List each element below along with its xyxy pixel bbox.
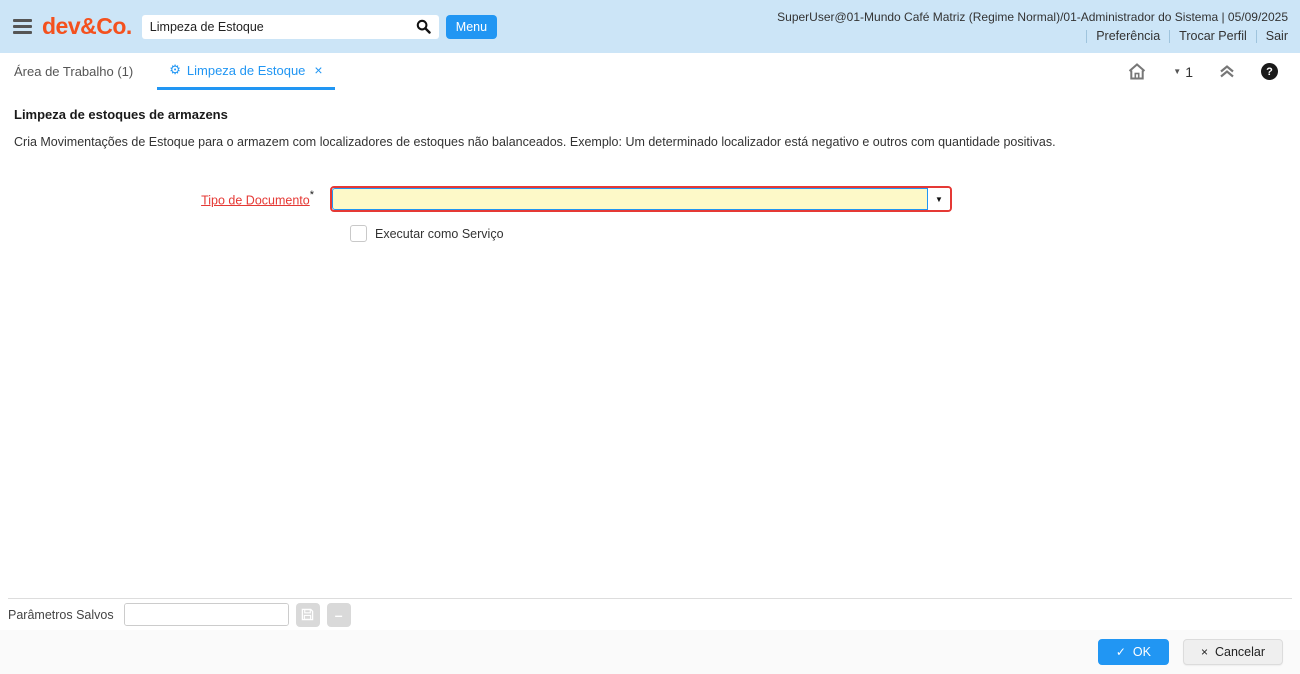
tab-limpeza-de-estoque[interactable]: ⚙ Limpeza de Estoque × bbox=[157, 53, 335, 90]
ok-button[interactable]: ✓ OK bbox=[1097, 639, 1169, 665]
help-icon[interactable]: ? bbox=[1261, 63, 1278, 80]
divider bbox=[1255, 29, 1257, 43]
saved-parameters-combobox: ▼ bbox=[123, 603, 289, 626]
run-as-service-row: Executar como Serviço bbox=[350, 225, 1286, 242]
delete-parameters-button[interactable]: – bbox=[326, 602, 351, 627]
preferences-link[interactable]: Preferência bbox=[1096, 29, 1160, 43]
home-icon[interactable] bbox=[1127, 62, 1147, 81]
global-search bbox=[141, 14, 439, 39]
open-windows-count: 1 bbox=[1185, 63, 1193, 80]
session-info: SuperUser@01-Mundo Café Matriz (Regime N… bbox=[777, 10, 1288, 24]
document-type-combobox: ▼ bbox=[330, 186, 952, 212]
header-links: Preferência Trocar Perfil Sair bbox=[1077, 29, 1288, 43]
check-icon: ✓ bbox=[1115, 645, 1126, 659]
search-input[interactable] bbox=[141, 15, 409, 38]
tab-bar: Área de Trabalho (1) ⚙ Limpeza de Estoqu… bbox=[0, 53, 1300, 90]
saved-parameters-label: Parâmetros Salvos bbox=[8, 607, 114, 622]
document-type-label-cell: Tipo de Documento* bbox=[14, 189, 330, 209]
process-description: Cria Movimentações de Estoque para o arm… bbox=[14, 135, 1056, 149]
change-role-link[interactable]: Trocar Perfil bbox=[1179, 29, 1247, 43]
close-tab-icon[interactable]: × bbox=[314, 62, 322, 78]
action-bar: ✓ OK × Cancelar bbox=[0, 630, 1300, 674]
save-parameters-button[interactable] bbox=[295, 602, 320, 627]
logout-link[interactable]: Sair bbox=[1266, 29, 1288, 43]
document-type-dropdown-button[interactable]: ▼ bbox=[928, 188, 950, 210]
saved-parameters-row: Parâmetros Salvos ▼ – bbox=[0, 599, 1300, 630]
process-panel: Limpeza de estoques de armazens Cria Mov… bbox=[0, 90, 1300, 598]
cancel-button[interactable]: × Cancelar bbox=[1182, 639, 1283, 665]
cancel-button-label: Cancelar bbox=[1214, 645, 1265, 659]
divider bbox=[1086, 29, 1088, 43]
caret-down-icon: ▼ bbox=[1173, 67, 1182, 76]
tab-workspace[interactable]: Área de Trabalho (1) bbox=[0, 53, 145, 90]
process-title: Limpeza de estoques de armazens bbox=[14, 107, 228, 122]
header-right: SuperUser@01-Mundo Café Matriz (Regime N… bbox=[777, 10, 1288, 43]
app-header: dev&Co. Menu SuperUser@01-Mundo Café Mat… bbox=[0, 0, 1300, 53]
run-as-service-label: Executar como Serviço bbox=[375, 226, 504, 241]
hamburger-menu-icon[interactable] bbox=[13, 19, 32, 34]
menu-button[interactable]: Menu bbox=[445, 14, 498, 39]
document-type-row: Tipo de Documento* ▼ bbox=[14, 186, 1286, 212]
search-icon[interactable] bbox=[409, 15, 439, 39]
close-icon: × bbox=[1200, 645, 1208, 659]
caret-down-icon: ▼ bbox=[935, 194, 943, 204]
document-type-input[interactable] bbox=[332, 188, 928, 210]
tabbar-actions: ▼ 1 ? bbox=[1127, 53, 1300, 90]
collapse-all-icon[interactable] bbox=[1219, 64, 1235, 79]
saved-parameters-input[interactable] bbox=[124, 604, 288, 625]
divider bbox=[1169, 29, 1171, 43]
tab-label: Limpeza de Estoque bbox=[186, 62, 306, 78]
ok-button-label: OK bbox=[1132, 645, 1151, 659]
minus-icon: – bbox=[334, 606, 343, 623]
run-as-service-checkbox[interactable] bbox=[350, 225, 367, 242]
brand-logo: dev&Co. bbox=[42, 13, 132, 39]
required-marker: * bbox=[309, 188, 314, 201]
document-type-label[interactable]: Tipo de Documento bbox=[201, 193, 310, 207]
gear-icon: ⚙ bbox=[169, 62, 181, 77]
open-windows-selector[interactable]: ▼ 1 bbox=[1173, 64, 1193, 80]
save-icon bbox=[301, 608, 314, 621]
